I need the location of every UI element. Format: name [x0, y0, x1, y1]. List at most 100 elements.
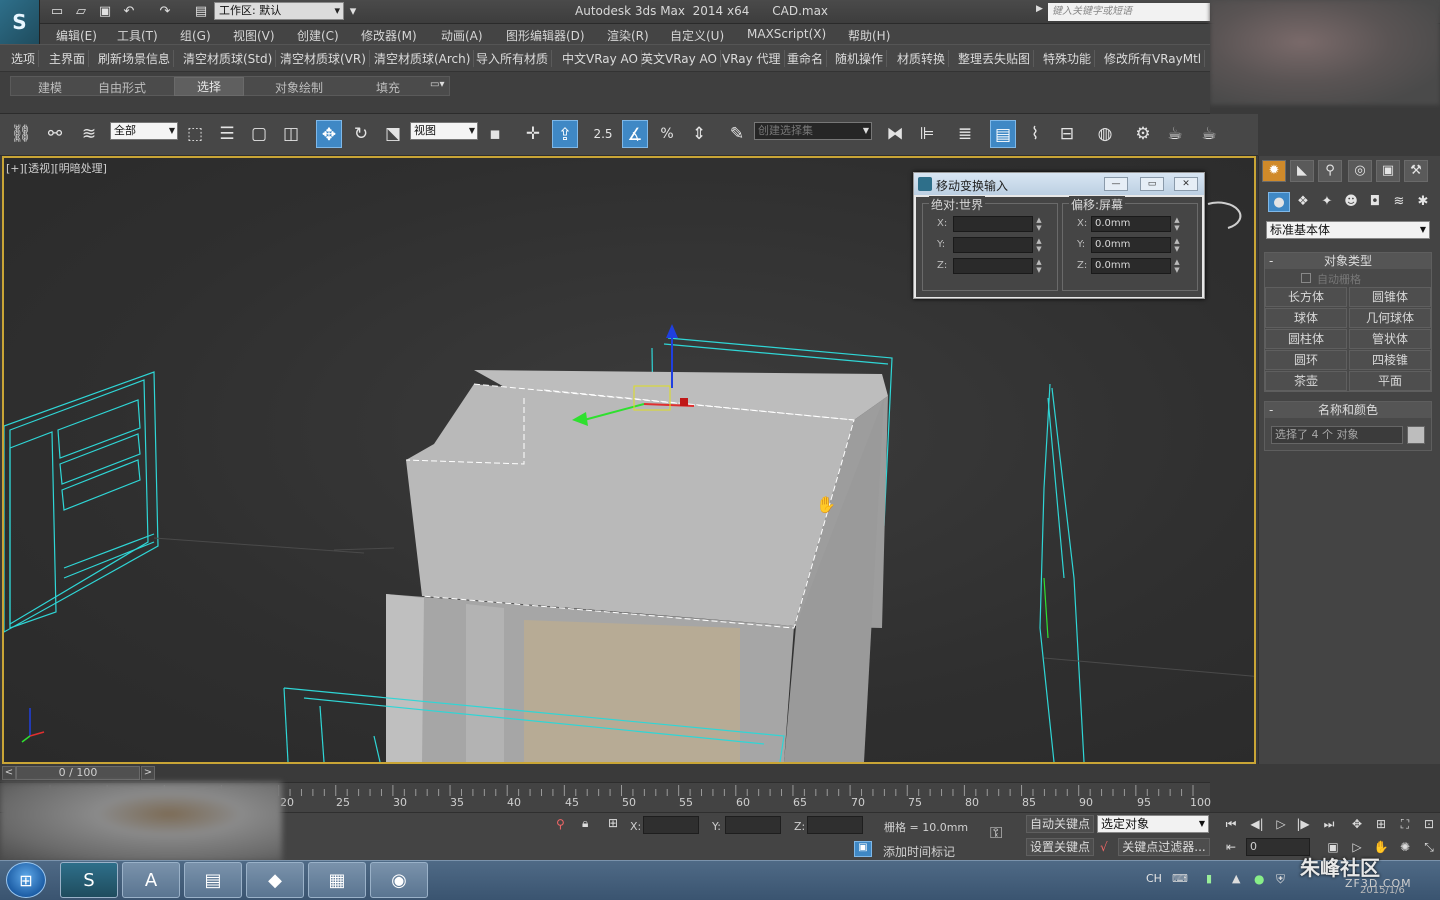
custom-btn-main-ui[interactable]: 主界面	[46, 50, 90, 67]
close-button[interactable]: ✕	[1174, 177, 1198, 191]
redo-icon[interactable]: ↷	[156, 3, 174, 20]
isolate-selection-icon[interactable]: ⚲	[556, 817, 565, 831]
orbit-icon[interactable]: ✺	[1394, 838, 1416, 856]
new-file-icon[interactable]: ▭	[48, 3, 66, 20]
menu-group[interactable]: 组(G)	[180, 27, 211, 44]
scale-icon[interactable]: ⬔	[380, 120, 406, 148]
custom-btn-refresh[interactable]: 刷新场景信息	[95, 50, 175, 67]
time-prev-arrow-icon[interactable]: <	[2, 766, 16, 780]
object-type-header[interactable]: - 对象类型	[1265, 253, 1431, 269]
rendered-frame-icon[interactable]: ☕	[1162, 120, 1188, 148]
custom-btn-vray-ao-en[interactable]: 英文VRay AO	[638, 50, 721, 67]
menu-customize[interactable]: 自定义(U)	[670, 27, 724, 44]
menu-edit[interactable]: 编辑(E)	[56, 27, 97, 44]
display-tab-icon[interactable]: ▣	[1376, 160, 1400, 182]
tray-keyboard-icon[interactable]: ⌨	[1172, 872, 1188, 885]
teapot-button[interactable]: 茶壶	[1265, 371, 1347, 391]
keyboard-shortcut-override-icon[interactable]: ⇪	[552, 120, 578, 148]
key-filters-button[interactable]: 关键点过滤器...	[1118, 838, 1210, 856]
move-icon[interactable]: ✥	[316, 120, 342, 148]
zoom-icon[interactable]: ✥	[1346, 815, 1368, 833]
abs-y-spinner-icon[interactable]: ▲ ▼	[1035, 237, 1043, 253]
minimize-button[interactable]: —	[1104, 177, 1128, 191]
category-dropdown[interactable]: 标准基本体	[1266, 221, 1430, 239]
taskbar-app-icon[interactable]: ◆	[246, 862, 304, 898]
unlink-icon[interactable]: ⚯	[42, 120, 68, 148]
object-name-field[interactable]: 选择了 4 个 对象	[1271, 426, 1403, 444]
sphere-button[interactable]: 球体	[1265, 308, 1347, 328]
offset-x-field[interactable]: 0.0mm	[1091, 216, 1171, 232]
absolute-mode-icon[interactable]: ⊞	[608, 816, 618, 830]
shapes-icon[interactable]: ❖	[1292, 192, 1314, 212]
project-folder-icon[interactable]: ▤	[192, 3, 210, 20]
time-slider[interactable]: 0 / 100	[16, 766, 140, 780]
custom-btn-clear-std[interactable]: 清空材质球(Std)	[180, 50, 277, 67]
viewport-label[interactable]: [+][透视][明暗处理]	[6, 160, 107, 176]
systems-icon[interactable]: ✱	[1412, 192, 1434, 212]
cameras-icon[interactable]: ☻	[1340, 192, 1362, 212]
cylinder-button[interactable]: 圆柱体	[1265, 329, 1347, 349]
goto-start-icon[interactable]: ⏮	[1220, 815, 1242, 833]
custom-btn-clear-arch[interactable]: 清空材质球(Arch)	[371, 50, 475, 67]
abs-x-field[interactable]	[953, 216, 1033, 232]
bind-spacewarp-icon[interactable]: ≋	[76, 120, 102, 148]
geometry-icon[interactable]: ●	[1268, 192, 1290, 212]
maximize-button[interactable]: ▭	[1140, 177, 1164, 191]
rect-region-icon[interactable]: ▢	[246, 120, 272, 148]
qa-customize-icon[interactable]: ▾	[344, 3, 362, 20]
cone-button[interactable]: 圆锥体	[1349, 287, 1431, 307]
offset-x-spinner-icon[interactable]: ▲ ▼	[1173, 216, 1181, 232]
select-object-icon[interactable]: ⬚	[182, 120, 208, 148]
goto-end-icon[interactable]: ⏭	[1318, 815, 1340, 833]
render-production-icon[interactable]: ☕	[1196, 120, 1222, 148]
link-icon[interactable]: ⛓	[8, 120, 34, 148]
material-editor-icon[interactable]: ◍	[1092, 120, 1118, 148]
percent-snap-icon[interactable]: %	[654, 120, 680, 148]
dialog-titlebar[interactable]: 移动变换输入 — ▭ ✕	[914, 173, 1204, 195]
tray-app-icon[interactable]: ●	[1254, 872, 1264, 886]
menu-create[interactable]: 创建(C)	[297, 27, 339, 44]
ribbon-options-icon[interactable]: ▭▾	[430, 79, 444, 90]
custom-btn-vray-proxy[interactable]: VRay 代理	[719, 50, 785, 67]
tray-language[interactable]: CH	[1146, 872, 1162, 885]
spacewarps-icon[interactable]: ≋	[1388, 192, 1410, 212]
curve-editor-icon[interactable]: ⌇	[1022, 120, 1048, 148]
helpers-icon[interactable]: ◘	[1364, 192, 1386, 212]
zoom-extents-icon[interactable]: ⛶	[1394, 815, 1416, 833]
window-crossing-icon[interactable]: ◫	[278, 120, 304, 148]
set-key-button[interactable]: 设置关键点	[1026, 838, 1094, 856]
motion-tab-icon[interactable]: ◎	[1348, 160, 1372, 182]
mirror-icon[interactable]: ⧓	[882, 120, 908, 148]
taskbar-3dsmax-icon[interactable]: S	[60, 862, 118, 898]
custom-btn-options[interactable]: 选项	[8, 50, 40, 67]
menu-graph-editors[interactable]: 图形编辑器(D)	[506, 27, 585, 44]
custom-btn-clear-vr[interactable]: 清空材质球(VR)	[277, 50, 370, 67]
offset-y-field[interactable]: 0.0mm	[1091, 237, 1171, 253]
select-manipulate-icon[interactable]: ✛	[520, 120, 546, 148]
pivot-center-icon[interactable]: ▪	[482, 120, 508, 148]
key-mode-icon[interactable]: ⇤	[1220, 838, 1242, 856]
coord-x-field[interactable]	[643, 816, 699, 834]
abs-z-field[interactable]	[953, 258, 1033, 274]
rotate-icon[interactable]: ↻	[348, 120, 374, 148]
offset-y-spinner-icon[interactable]: ▲ ▼	[1173, 237, 1181, 253]
custom-btn-rename[interactable]: 重命名	[784, 50, 828, 67]
menu-views[interactable]: 视图(V)	[233, 27, 275, 44]
object-color-swatch[interactable]	[1407, 426, 1425, 444]
tab-freeform[interactable]: 自由形式	[98, 79, 146, 96]
menu-help[interactable]: 帮助(H)	[848, 27, 890, 44]
undo-icon[interactable]: ↶	[120, 3, 138, 20]
custom-btn-special[interactable]: 特殊功能	[1040, 50, 1096, 67]
app-menu-button[interactable]: S	[0, 0, 40, 44]
maximize-viewport-icon[interactable]: ⤡	[1418, 838, 1440, 856]
coord-z-field[interactable]	[807, 816, 863, 834]
open-file-icon[interactable]: ▱	[72, 3, 90, 20]
next-frame-icon[interactable]: |▶	[1292, 815, 1314, 833]
save-file-icon[interactable]: ▣	[96, 3, 114, 20]
named-selection-set-dropdown[interactable]: 创建选择集	[754, 122, 872, 140]
abs-y-field[interactable]	[953, 237, 1033, 253]
custom-btn-vraymtl[interactable]: 修改所有VRayMtl	[1101, 50, 1206, 67]
play-icon[interactable]: ▷	[1270, 815, 1292, 833]
tab-populate[interactable]: 填充	[376, 79, 400, 96]
spinner-snap-icon[interactable]: ⇕	[686, 120, 712, 148]
